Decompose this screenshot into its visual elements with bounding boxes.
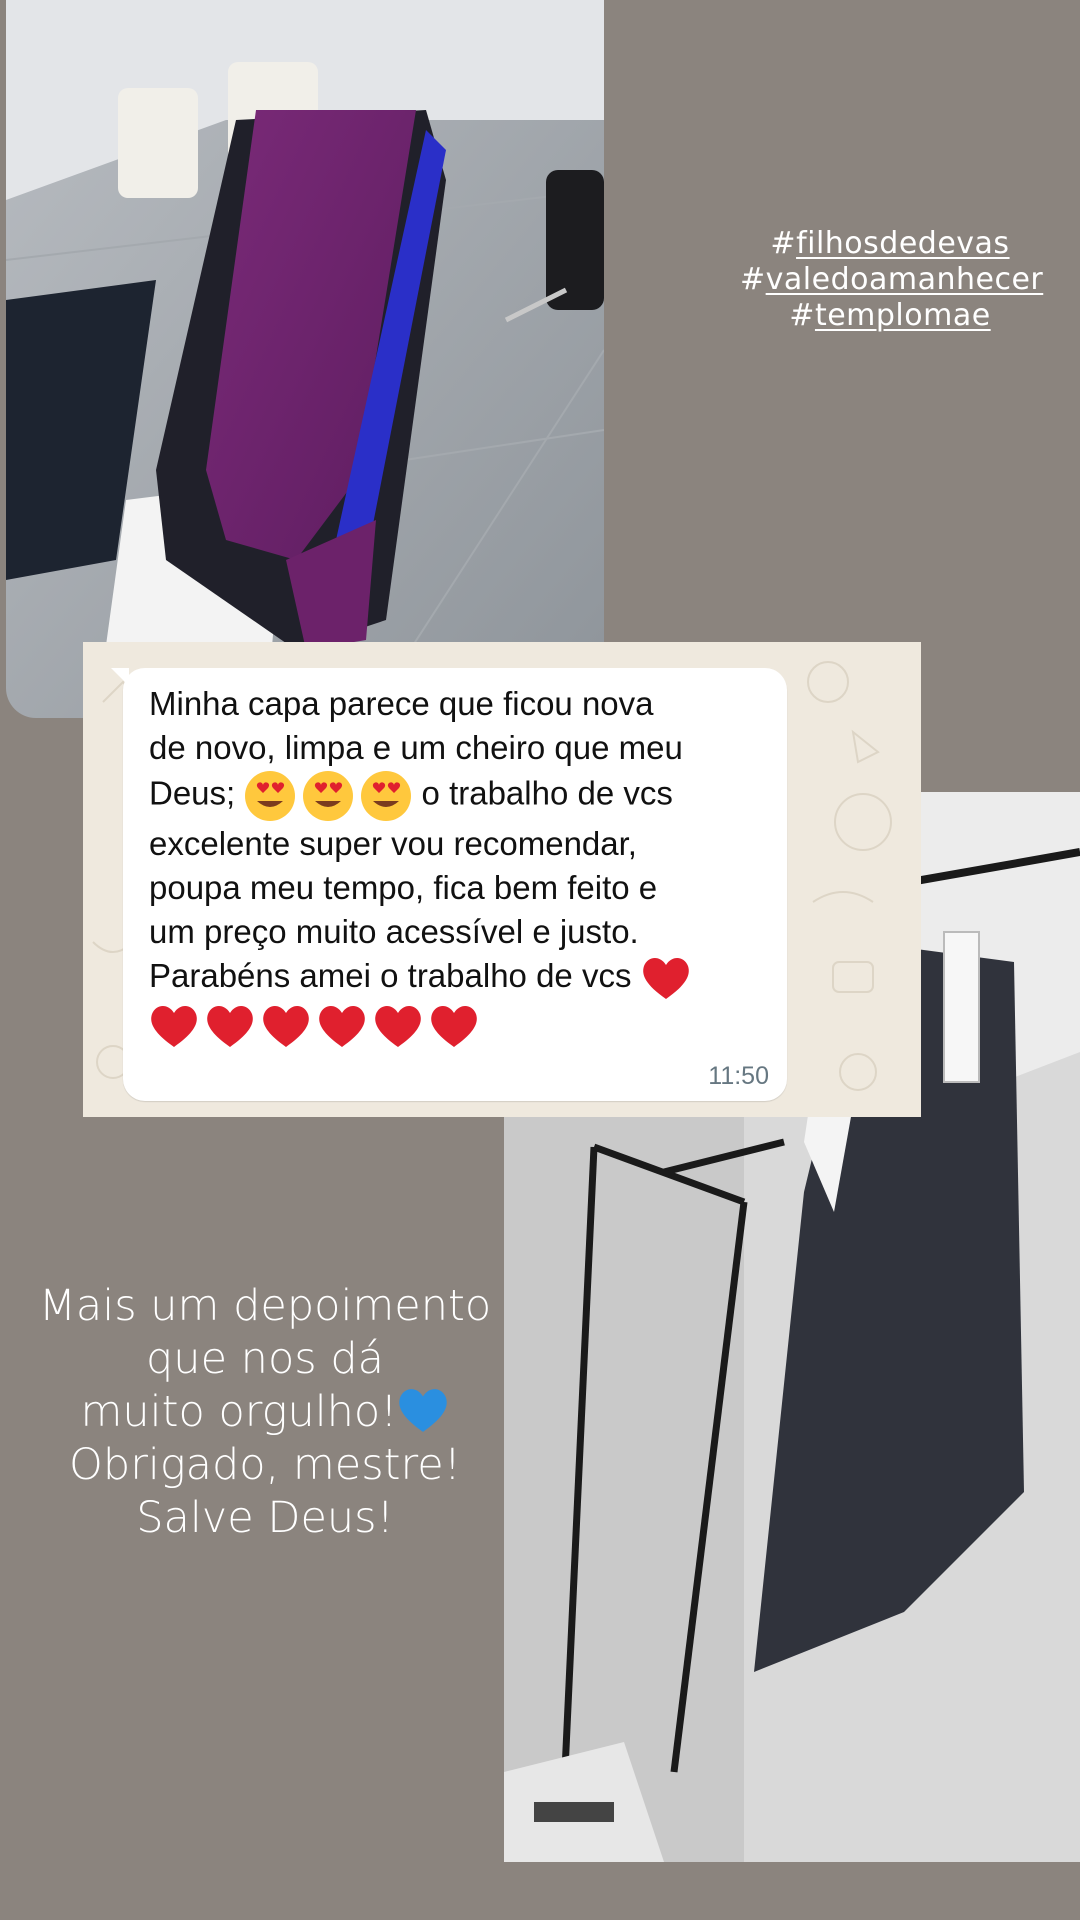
red-heart-emoji (207, 1005, 253, 1047)
hashtag-filhosdedevas[interactable]: #filhosdedevas (740, 226, 1040, 262)
red-heart-emoji (151, 1005, 197, 1047)
red-heart-emoji (319, 1005, 365, 1047)
red-heart-emoji (642, 958, 689, 1000)
heart-eyes-emoji (303, 771, 354, 821)
message-timestamp: 11:50 (708, 1062, 769, 1090)
hashtag-templomae[interactable]: #templomae (740, 298, 1040, 334)
heart-eyes-emoji (245, 771, 296, 821)
caption-line-1: Mais um depoimento (38, 1281, 492, 1331)
hashtag-valedoamanhecer[interactable]: #valedoamanhecer (740, 262, 1043, 298)
caption-line-5: Salve Deus! (136, 1493, 394, 1543)
caption-line-2: que nos dá (146, 1334, 384, 1384)
blue-heart-emoji (399, 1389, 448, 1432)
chat-screenshot: Minha capa parece que ficou nova de novo… (83, 642, 921, 1117)
caption-line-4: Obrigado, mestre! (69, 1440, 461, 1490)
heart-eyes-emoji-group (244, 770, 412, 822)
heart-eyes-emoji (361, 771, 412, 821)
story-caption: Mais um depoimento que nos dá muito orgu… (20, 1280, 510, 1545)
red-heart-emoji (263, 1005, 309, 1047)
red-heart-emoji (375, 1005, 421, 1047)
garment-photo-top (6, 0, 604, 718)
caption-line-3: muito orgulho! (20, 1386, 510, 1439)
message-bubble[interactable]: Minha capa parece que ficou nova de novo… (111, 668, 787, 1101)
message-text: Minha capa parece que ficou nova de novo… (149, 682, 757, 1049)
red-heart-emoji (431, 1005, 477, 1047)
red-heart-emoji-row (149, 1003, 479, 1049)
hashtag-list: #filhosdedevas #valedoamanhecer #templom… (740, 226, 1043, 334)
